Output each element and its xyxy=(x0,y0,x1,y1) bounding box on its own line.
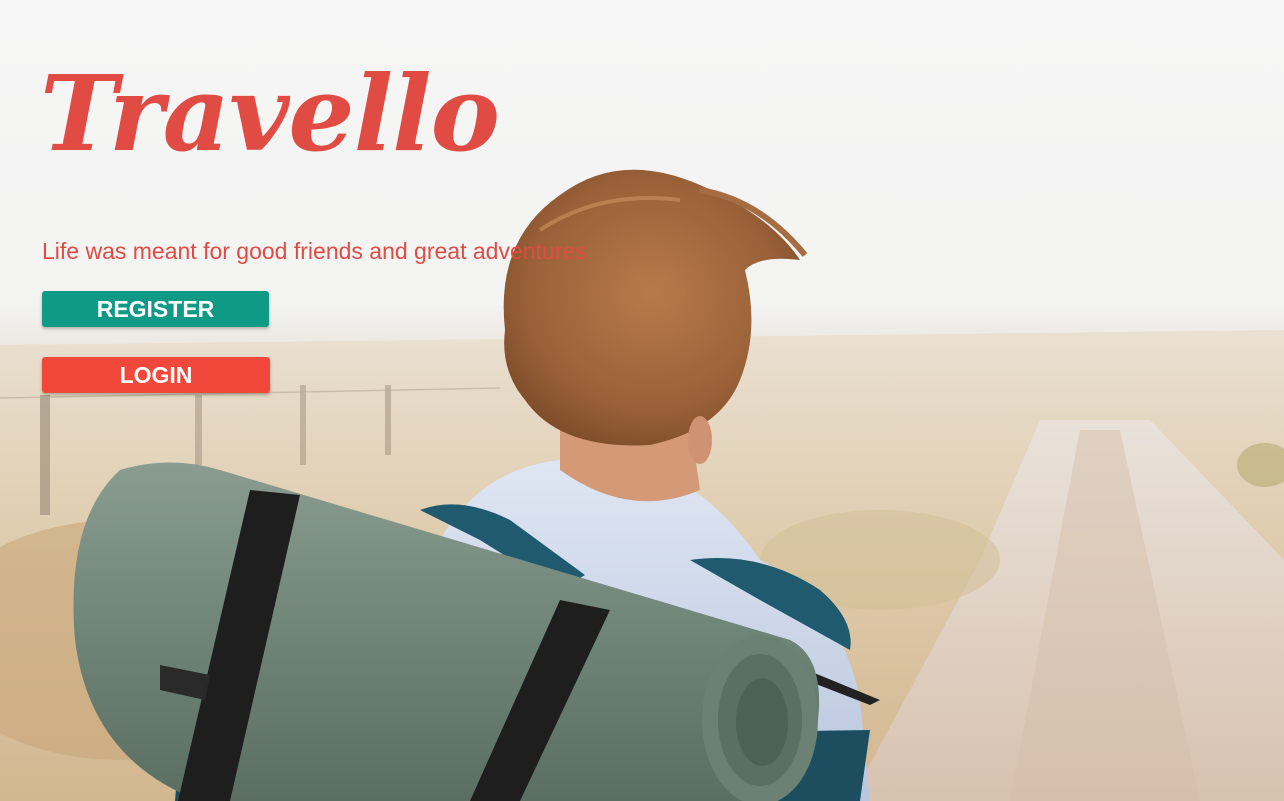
register-button[interactable]: REGISTER xyxy=(42,291,269,327)
login-button[interactable]: LOGIN xyxy=(42,357,270,393)
travello-logo: Travello xyxy=(40,52,500,175)
landing-page: Travello Life was meant for good friends… xyxy=(0,0,1284,801)
hero-tagline: Life was meant for good friends and grea… xyxy=(42,238,587,264)
